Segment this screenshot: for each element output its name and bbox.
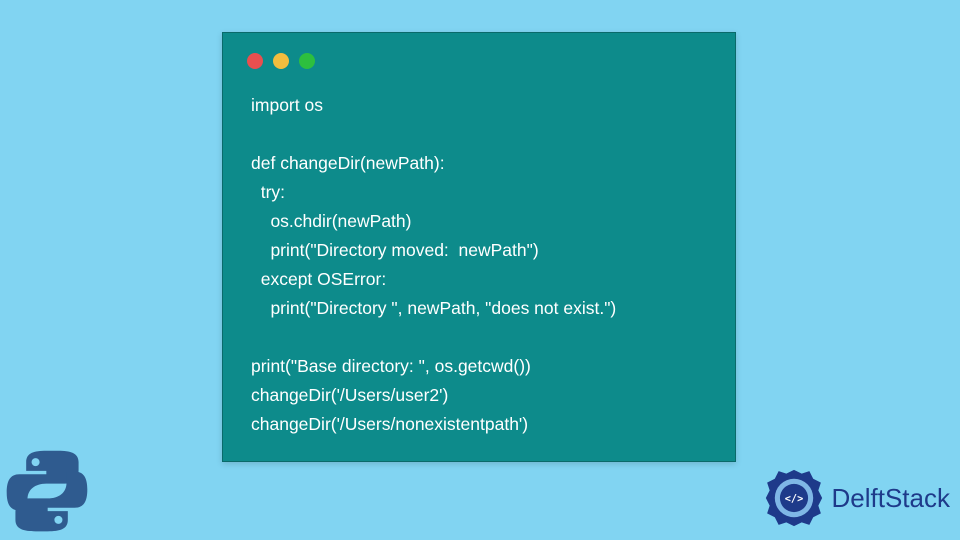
- code-card: import os def changeDir(newPath): try: o…: [222, 32, 736, 462]
- python-logo-icon: [4, 448, 90, 534]
- window-traffic-lights: [223, 33, 735, 83]
- maximize-dot-icon: [299, 53, 315, 69]
- minimize-dot-icon: [273, 53, 289, 69]
- delftstack-label: DelftStack: [832, 483, 951, 514]
- svg-text:</>: </>: [784, 493, 803, 505]
- delftstack-badge: </> DelftStack: [762, 466, 951, 530]
- delftstack-gear-icon: </>: [762, 466, 826, 530]
- close-dot-icon: [247, 53, 263, 69]
- code-snippet: import os def changeDir(newPath): try: o…: [223, 83, 735, 439]
